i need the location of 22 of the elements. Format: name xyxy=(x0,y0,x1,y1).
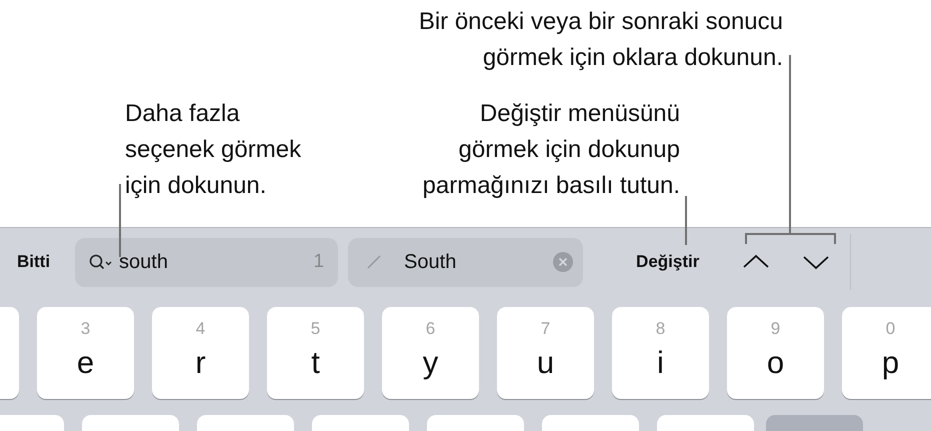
keyboard-key[interactable]: 5 t xyxy=(267,307,364,399)
replace-text: South xyxy=(404,250,458,274)
replace-field[interactable]: South xyxy=(348,238,584,286)
keyboard-key[interactable]: 3 e xyxy=(37,307,134,399)
keyboard-key[interactable]: 7 u xyxy=(497,307,594,399)
keyboard-key[interactable]: 6 y xyxy=(382,307,479,399)
replace-button[interactable]: Değiştir xyxy=(636,252,700,272)
match-count: 1 xyxy=(313,251,324,273)
callout-text: Değiştir menüsünü görmek için dokunup parmağınızı basılı tutun. xyxy=(422,99,680,201)
pencil-icon xyxy=(366,254,382,270)
leader-line xyxy=(685,196,687,245)
search-field[interactable]: south 1 xyxy=(75,238,338,286)
callout-text: Bir önceki veya bir sonraki sonucu görmek için oklara dokunun. xyxy=(418,7,783,73)
done-button[interactable]: Bitti xyxy=(17,252,50,272)
keyboard-key[interactable]: 0 p xyxy=(842,307,931,399)
clear-icon[interactable] xyxy=(553,252,574,272)
search-icon xyxy=(89,254,114,270)
callout-text: Daha fazla seçenek görmek için dokunun. xyxy=(125,99,302,201)
keyboard-key[interactable]: 9 o xyxy=(727,307,824,399)
keyboard-key[interactable]: 8 i xyxy=(612,307,709,399)
search-text: south xyxy=(119,250,169,274)
keyboard-key[interactable]: 4 r xyxy=(152,307,249,399)
